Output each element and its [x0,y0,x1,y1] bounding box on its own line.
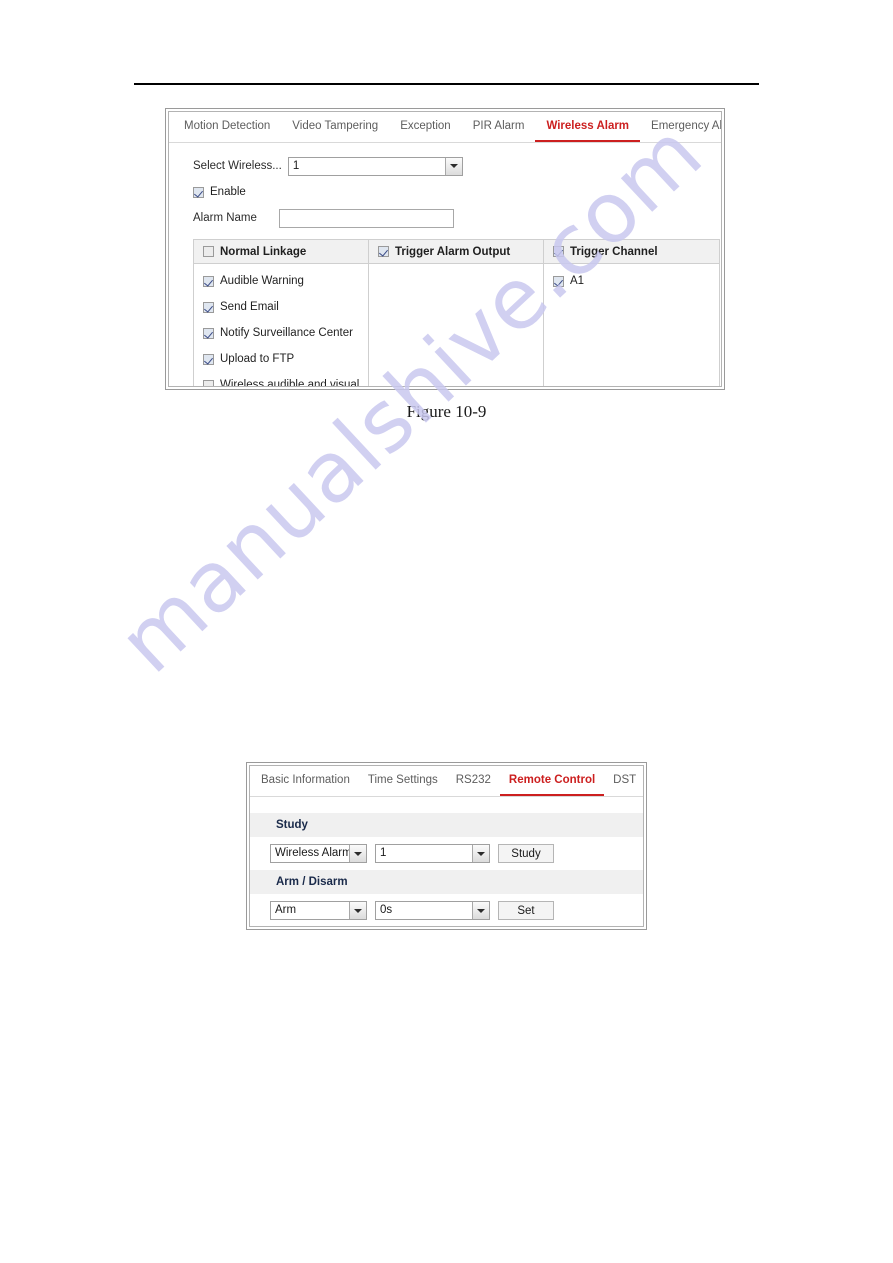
normal-linkage-header-checkbox[interactable] [203,246,214,257]
send-email-checkbox[interactable] [203,301,214,313]
chevron-down-icon[interactable] [472,845,489,862]
tab-video-tampering[interactable]: Video Tampering [281,112,389,142]
linkage-item-wireless-audible-visual[interactable]: Wireless audible and visual... [194,372,369,387]
enable-checkbox-row[interactable]: Enable [193,186,246,198]
remote-panel-spacer [250,797,643,813]
trigger-channel-column: Trigger Channel A1 [544,240,719,386]
tab-rs232[interactable]: RS232 [447,766,500,796]
audible-warning-label: Audible Warning [220,275,304,287]
select-wireless-value: 1 [292,159,300,172]
chevron-down-icon[interactable] [349,902,366,919]
set-button[interactable]: Set [498,901,554,920]
enable-checkbox[interactable] [193,186,204,198]
arm-delay-dropdown[interactable]: 0s [375,901,490,920]
alarm-name-label: Alarm Name [193,212,257,224]
system-tab-strip: Basic Information Time Settings RS232 Re… [250,766,643,797]
trigger-channel-item-a1[interactable]: A1 [544,268,719,294]
audible-warning-checkbox[interactable] [203,275,214,287]
arm-mode-value: Arm [275,904,297,916]
page-header-rule [134,83,759,85]
channel-a1-checkbox[interactable] [553,275,564,287]
figure-caption: Figure 10-9 [406,402,487,421]
tab-motion-detection[interactable]: Motion Detection [173,112,281,142]
select-wireless-row: Select Wireless... 1 [169,153,721,179]
normal-linkage-header: Normal Linkage [194,240,368,264]
notify-surveillance-center-checkbox[interactable] [203,327,214,339]
trigger-alarm-output-header: Trigger Alarm Output [369,240,543,264]
tab-dst[interactable]: DST [604,766,643,796]
enable-row: Enable [169,179,721,205]
arm-disarm-section-header: Arm / Disarm [250,870,643,894]
trigger-alarm-output-header-label: Trigger Alarm Output [395,245,511,258]
trigger-channel-header-label: Trigger Channel [570,245,658,258]
linkage-item-upload-to-ftp[interactable]: Upload to FTP [194,346,368,372]
wireless-alarm-screenshot-panel: Motion Detection Video Tampering Excepti… [165,108,725,390]
select-wireless-dropdown[interactable]: 1 [287,156,463,176]
study-number-value: 1 [380,847,387,859]
arm-disarm-section-row: Arm 0s Set [250,894,643,926]
trigger-alarm-output-column: Trigger Alarm Output [369,240,544,386]
notify-surveillance-center-label: Notify Surveillance Center [220,327,353,339]
trigger-channel-items: A1 [544,264,719,294]
remote-control-screenshot-panel: Basic Information Time Settings RS232 Re… [246,762,647,930]
chevron-down-icon[interactable] [349,845,366,862]
arm-mode-dropdown[interactable]: Arm [270,901,367,920]
upload-to-ftp-label: Upload to FTP [220,353,295,365]
tab-wireless-alarm[interactable]: Wireless Alarm [535,112,641,142]
study-section-row: Wireless Alarm 1 Study [250,837,643,870]
wireless-alarm-form: Select Wireless... 1 Enable Alarm Name N… [169,143,721,387]
channel-a1-label: A1 [570,275,585,287]
enable-label: Enable [210,186,246,198]
linkage-table: Normal Linkage Audible Warning Send Emai… [193,239,720,387]
send-email-label: Send Email [220,301,279,313]
tab-emergency-alarm[interactable]: Emergency Alarm [640,112,721,142]
wireless-audible-visual-checkbox[interactable] [203,379,214,386]
select-wireless-label: Select Wireless... [193,160,282,172]
tab-pir-alarm[interactable]: PIR Alarm [462,112,536,142]
tab-exception[interactable]: Exception [389,112,462,142]
normal-linkage-header-label: Normal Linkage [220,245,307,258]
tab-remote-control[interactable]: Remote Control [499,766,605,796]
trigger-channel-header-checkbox[interactable] [553,246,564,257]
tab-time-settings[interactable]: Time Settings [359,766,447,796]
trigger-channel-header-checkbox-row[interactable]: Trigger Channel [553,246,658,258]
study-number-dropdown[interactable]: 1 [375,844,490,863]
study-type-value: Wireless Alarm [275,847,349,859]
alarm-name-row: Alarm Name [169,205,721,231]
arm-delay-value: 0s [380,904,393,916]
trigger-alarm-output-items [369,264,543,386]
alarm-name-input[interactable] [278,208,454,228]
normal-linkage-items: Audible Warning Send Email Notify Survei… [194,264,369,387]
normal-linkage-header-checkbox-row[interactable]: Normal Linkage [203,246,306,258]
study-type-dropdown[interactable]: Wireless Alarm [270,844,367,863]
chevron-down-icon[interactable] [472,902,489,919]
normal-linkage-column: Normal Linkage Audible Warning Send Emai… [194,240,369,387]
alarm-tab-strip: Motion Detection Video Tampering Excepti… [169,112,721,143]
trigger-alarm-output-header-checkbox[interactable] [378,246,389,257]
upload-to-ftp-checkbox[interactable] [203,353,214,365]
linkage-item-notify-surveillance-center[interactable]: Notify Surveillance Center [194,320,368,346]
linkage-item-audible-warning[interactable]: Audible Warning [194,268,368,294]
trigger-channel-header: Trigger Channel [544,240,719,264]
trigger-alarm-output-header-checkbox-row[interactable]: Trigger Alarm Output [378,246,510,258]
chevron-down-icon[interactable] [444,157,462,175]
study-section-header: Study [250,813,643,837]
linkage-item-send-email[interactable]: Send Email [194,294,368,320]
tab-basic-information[interactable]: Basic Information [252,766,359,796]
wireless-audible-visual-label: Wireless audible and visual... [220,379,369,387]
study-button[interactable]: Study [498,844,554,863]
